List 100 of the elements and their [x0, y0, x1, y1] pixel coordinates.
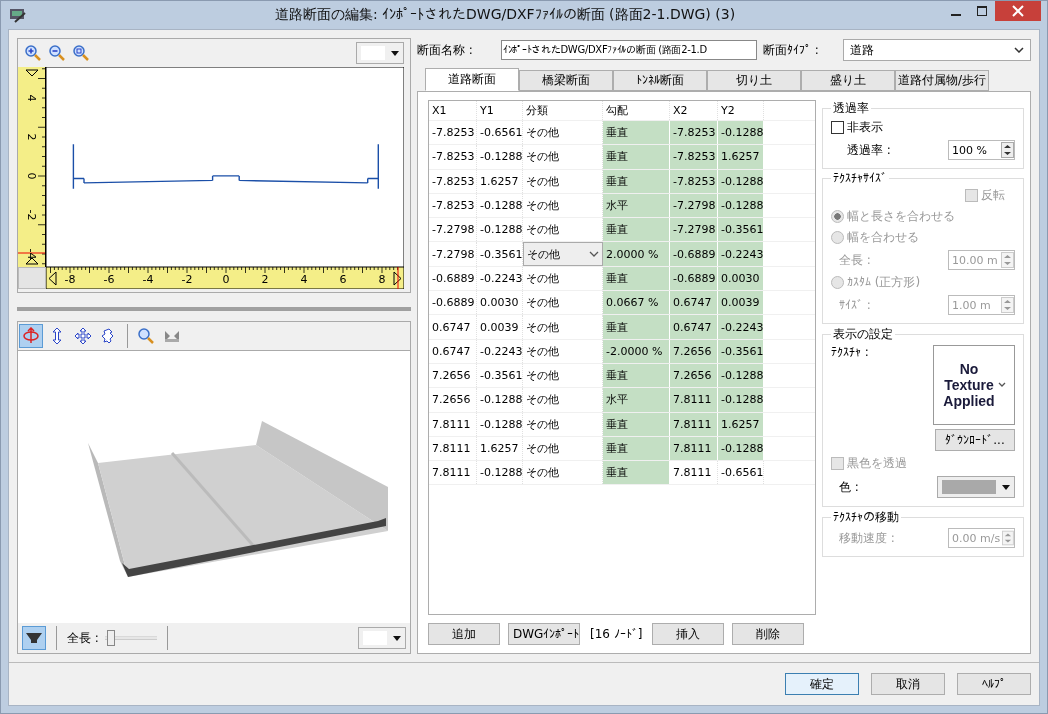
table-cell: 垂直 [603, 461, 670, 485]
table-cell: -0.1288 [718, 388, 764, 412]
table-cell: -0.2243 [718, 315, 764, 339]
table-cell: -0.1288 [718, 121, 764, 145]
ruler-label: -2 [24, 208, 38, 222]
tab[interactable]: 道路断面 [425, 68, 519, 91]
table-cell: 0.6747 [429, 315, 477, 339]
column-header: X1 [429, 101, 477, 120]
table-cell: -0.6561 [477, 121, 523, 145]
color-dropdown[interactable] [937, 476, 1015, 498]
table-cell: 垂直 [603, 436, 670, 461]
section-name-field[interactable]: ｲﾝﾎﾟｰﾄされたDWG/DXFﾌｧｲﾙの断面 (路面2-1.D [500, 40, 757, 60]
table-cell: 0.0039 [718, 291, 764, 315]
ruler-label: -2 [180, 273, 194, 286]
section-type-dropdown[interactable]: 道路 [842, 39, 1031, 61]
table-cell: 1.6257 [718, 145, 764, 169]
group-title: ﾃｸｽﾁｬｻｲｽﾞ [832, 171, 888, 185]
table-cell: -0.1288 [477, 218, 523, 242]
tab[interactable]: 道路付属物/歩行 [895, 70, 989, 91]
tab[interactable]: ﾄﾝﾈﾙ断面 [613, 70, 707, 91]
table-cell: -0.1288 [718, 436, 764, 461]
section-type-label: 断面ﾀｲﾌﾟ : [762, 41, 819, 59]
dialog-button[interactable]: 確定 [785, 673, 859, 695]
table-cell: 7.8111 [670, 436, 718, 461]
ruler-label: -4 [141, 273, 155, 286]
ruler-label: 2 [24, 132, 38, 143]
tab[interactable]: 盛り土 [801, 70, 895, 91]
column-header: Y2 [718, 101, 764, 120]
table-cell: -0.1288 [477, 461, 523, 485]
group-title: 表示の設定 [832, 326, 894, 343]
chevron-icon [998, 382, 1006, 388]
field-label: 全長 : [839, 251, 871, 269]
table-cell: 垂直 [603, 218, 670, 242]
ruler-label: -6 [102, 273, 116, 286]
table-cell: -7.8253 [670, 121, 718, 145]
table-cell: 1.6257 [718, 412, 764, 436]
dialog-button[interactable]: ﾍﾙﾌﾟ [957, 673, 1031, 695]
zoom-out-icon[interactable] [48, 44, 66, 62]
checkbox-label: 反転 [981, 187, 1005, 204]
ruler-label: 4 [24, 93, 38, 104]
caret-icon [391, 50, 399, 56]
table-cell: 1.6257 [477, 169, 523, 193]
table-cell: 7.8111 [429, 412, 477, 436]
column-header: 勾配 [603, 101, 670, 120]
insert-button[interactable]: 挿入 [652, 623, 725, 645]
zoom-in-icon[interactable] [24, 44, 42, 62]
checkbox[interactable] [831, 121, 844, 134]
column-header: 分類 [523, 101, 603, 120]
column-header: Y1 [477, 101, 523, 120]
radio-label: 幅を合わせる [847, 229, 919, 246]
table-cell: -7.2798 [429, 218, 477, 242]
table-cell: -7.8253 [429, 193, 477, 218]
table-cell: 垂直 [603, 169, 670, 193]
table-cell: -2.0000 % [603, 339, 670, 363]
table-cell: -0.3561 [718, 339, 764, 363]
funnel-icon [25, 632, 43, 644]
table-cell: -0.2243 [477, 266, 523, 291]
download-button[interactable]: ﾀﾞｳﾝﾛｰﾄﾞ... [935, 429, 1015, 451]
delete-button[interactable]: 削除 [732, 623, 805, 645]
background-color-dropdown[interactable] [358, 627, 406, 649]
spin-arrows-icon[interactable] [1001, 142, 1014, 158]
table-cell: -7.8253 [429, 145, 477, 169]
close-button[interactable] [995, 1, 1041, 21]
radio-label: ｶｽﾀﾑ (正方形) [847, 274, 921, 291]
table-cell: -0.1288 [477, 412, 523, 436]
transparency-spinbox[interactable]: 100 % [948, 140, 1015, 160]
table-cell: 0.6747 [670, 291, 718, 315]
minimize-icon [951, 13, 961, 16]
close-icon [1012, 5, 1024, 17]
table-cell: -0.1288 [718, 169, 764, 193]
background-color-dropdown[interactable] [356, 42, 404, 64]
table-cell: 7.8111 [429, 461, 477, 485]
table-cell: -0.1288 [477, 388, 523, 412]
funnel-tool-button[interactable] [22, 626, 46, 650]
category-dropdown[interactable]: その他 [523, 242, 603, 266]
maximize-icon [977, 6, 987, 16]
table-cell: -7.8253 [670, 169, 718, 193]
rotate-tool-button[interactable] [19, 324, 43, 348]
table-cell: 0.6747 [429, 339, 477, 363]
tab[interactable]: 橋梁断面 [519, 70, 613, 91]
table-cell: 0.0030 [718, 266, 764, 291]
add-button[interactable]: 追加 [428, 623, 500, 645]
ruler-label: 4 [299, 273, 309, 286]
tab[interactable]: 切り土 [707, 70, 801, 91]
table-cell: 0.0039 [477, 315, 523, 339]
dialog-button[interactable]: 取消 [871, 673, 945, 695]
color-label: 色 : [839, 478, 859, 496]
slider-thumb[interactable] [107, 630, 116, 646]
dwg-import-button[interactable]: DWGｲﾝﾎﾟｰﾄ [508, 623, 580, 645]
ruler-label: -8 [63, 273, 77, 286]
zoom-fit-icon[interactable] [72, 44, 90, 62]
table-cell: 0.6747 [670, 315, 718, 339]
table-cell: 7.8111 [429, 436, 477, 461]
table-cell: -0.1288 [477, 145, 523, 169]
table-cell: 垂直 [603, 363, 670, 388]
table-cell: -0.1288 [718, 363, 764, 388]
table-cell: 7.2656 [670, 363, 718, 388]
texture-preview-dropdown[interactable]: No Texture Applied [933, 345, 1015, 425]
table-cell: 水平 [603, 193, 670, 218]
table-cell: -0.2243 [477, 339, 523, 363]
